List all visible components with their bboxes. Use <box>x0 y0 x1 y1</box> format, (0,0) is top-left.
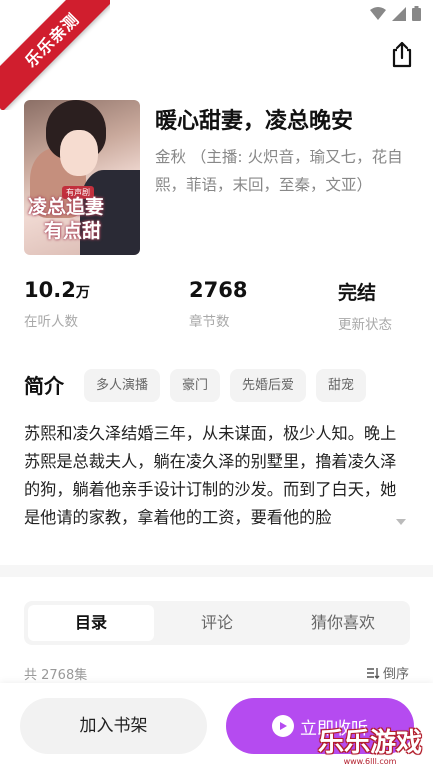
share-icon <box>392 41 412 68</box>
battery-icon <box>412 6 421 21</box>
stat-chapters: 2768 章节数 <box>189 278 247 330</box>
episode-count: 共 2768集 <box>24 668 88 683</box>
tag-chip[interactable]: 先婚后爱 <box>230 369 307 402</box>
intro-heading: 简介 <box>24 374 64 398</box>
tag-chip[interactable]: 豪门 <box>170 369 221 402</box>
stat-status: 完结 更新状态 <box>338 278 392 333</box>
book-author-line: 金秋 （主播: 火炽音，瑜又七，花自熙，菲语，末回，至秦，文亚） <box>155 148 403 194</box>
tab-catalog[interactable]: 目录 <box>28 605 154 641</box>
tab-recommend[interactable]: 猜你喜欢 <box>280 605 406 641</box>
add-to-shelf-button[interactable]: 加入书架 <box>20 698 207 754</box>
book-cover[interactable]: 有声剧 凌总追妻 有点甜 <box>24 100 140 255</box>
book-title: 暖心甜妻，凌总晚安 <box>155 109 354 134</box>
stat-listeners: 10.2万 在听人数 <box>24 278 90 330</box>
stat-chapters-value: 2768 <box>189 278 248 302</box>
cover-title-line2: 有点甜 <box>44 220 102 242</box>
sort-label: 倒序 <box>382 667 409 682</box>
expand-arrow-icon[interactable] <box>396 518 406 526</box>
stat-status-value: 完结 <box>338 282 377 304</box>
tag-chip[interactable]: 多人演播 <box>84 369 161 402</box>
listeners-unit: 万 <box>75 285 90 301</box>
watermark-text: 乐乐游戏 <box>318 728 423 758</box>
cover-figure-face <box>60 130 98 176</box>
content-tabs: 目录 评论 猜你喜欢 <box>24 601 410 645</box>
corner-ribbon: 乐乐亲测 <box>0 0 110 110</box>
status-icons <box>370 6 421 21</box>
sort-icon <box>366 667 380 679</box>
ribbon-text: 乐乐亲测 <box>21 9 83 71</box>
watermark: 乐乐游戏 www.6lll.com <box>318 722 422 766</box>
section-divider <box>0 565 433 577</box>
play-icon <box>272 715 294 737</box>
stat-chapters-label: 章节数 <box>189 314 230 330</box>
listeners-number: 10.2 <box>24 278 76 302</box>
share-button[interactable] <box>389 40 415 68</box>
cover-title-line1: 凌总追妻 <box>28 196 105 218</box>
wifi-icon <box>370 6 386 20</box>
tag-list: 多人演播 豪门 先婚后爱 甜宠 <box>84 369 367 402</box>
tag-chip[interactable]: 甜宠 <box>316 369 367 402</box>
stat-listeners-value: 10.2万 <box>24 278 90 302</box>
intro-text[interactable]: 苏熙和凌久泽结婚三年，从未谋面，极少人知。晚上苏熙是总裁夫人，躺在凌久泽的别墅里… <box>24 420 410 538</box>
stat-status-label: 更新状态 <box>338 317 392 333</box>
sort-toggle[interactable]: 倒序 <box>366 663 409 682</box>
stat-listeners-label: 在听人数 <box>24 314 78 330</box>
signal-icon <box>392 6 406 21</box>
tab-comments[interactable]: 评论 <box>154 605 280 641</box>
